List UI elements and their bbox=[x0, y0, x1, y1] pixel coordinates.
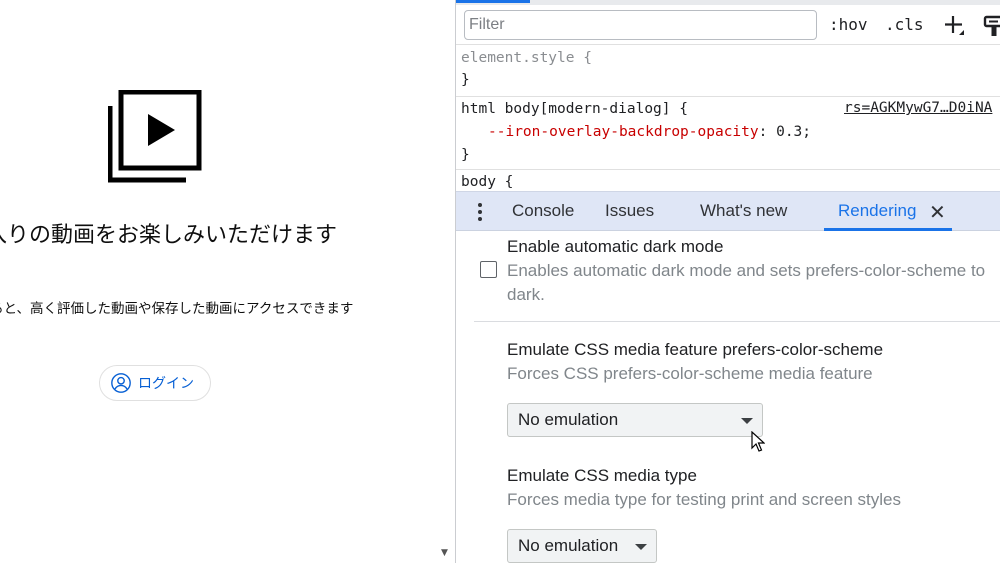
rendering-pane: Enable automatic dark mode Enables autom… bbox=[456, 231, 1000, 563]
rule-close-brace: } bbox=[461, 72, 470, 88]
media-type-description: Forces media type for testing print and … bbox=[507, 490, 902, 509]
media-type-selected-value: No emulation bbox=[518, 536, 619, 555]
login-button[interactable]: ログイン bbox=[99, 365, 211, 401]
tab-rendering[interactable]: Rendering bbox=[838, 201, 916, 221]
element-style-rule[interactable]: element.style { } bbox=[461, 47, 1000, 91]
rule-separator bbox=[456, 169, 1000, 170]
hov-toggle-button[interactable]: :hov bbox=[829, 15, 868, 34]
empty-state-title: に入りの動画をお楽しみいただけます bbox=[0, 223, 337, 248]
chevron-down-icon bbox=[635, 544, 647, 550]
rule-close-brace: } bbox=[461, 147, 470, 163]
more-options-icon[interactable] bbox=[476, 202, 484, 222]
plus-icon[interactable] bbox=[943, 14, 965, 36]
chevron-down-icon bbox=[741, 418, 753, 424]
scroll-down-arrow-icon[interactable]: ▼ bbox=[441, 548, 448, 558]
devtools-panel: :hov .cls element.style { } html body[mo… bbox=[456, 0, 1000, 563]
dark-mode-description: Enables automatic dark mode and sets pre… bbox=[507, 261, 986, 304]
color-scheme-title: Emulate CSS media feature prefers-color-… bbox=[507, 340, 884, 359]
body-rule[interactable]: body { bbox=[461, 171, 1000, 193]
tab-whats-new[interactable]: What's new bbox=[700, 201, 787, 221]
rule-selector: html body[modern-dialog] { bbox=[461, 101, 688, 117]
color-scheme-selected-value: No emulation bbox=[518, 410, 619, 429]
option-separator bbox=[474, 321, 1000, 322]
styles-filter-input[interactable] bbox=[464, 10, 817, 40]
rule-selector: element.style { bbox=[461, 50, 592, 66]
playlist-play-icon bbox=[108, 90, 202, 183]
rule-selector: body { bbox=[461, 174, 514, 190]
css-property-name[interactable]: --iron-overlay-backdrop-opacity bbox=[488, 124, 759, 140]
media-type-select[interactable]: No emulation bbox=[507, 529, 657, 563]
mouse-pointer-icon bbox=[751, 431, 765, 452]
media-type-title: Emulate CSS media type bbox=[507, 466, 697, 485]
paint-roller-icon[interactable] bbox=[983, 14, 1000, 38]
tab-console[interactable]: Console bbox=[512, 201, 574, 221]
css-property-value[interactable]: : 0.3; bbox=[759, 124, 811, 140]
close-icon[interactable]: ✕ bbox=[929, 200, 946, 224]
color-scheme-select[interactable]: No emulation bbox=[507, 403, 763, 437]
color-scheme-description: Forces CSS prefers-color-scheme media fe… bbox=[507, 364, 873, 383]
active-panel-indicator bbox=[456, 0, 530, 3]
cls-toggle-button[interactable]: .cls bbox=[885, 15, 924, 34]
account-circle-icon bbox=[111, 373, 131, 393]
stylesheet-source-link[interactable]: rs=AGKMywG7…D0iNA bbox=[844, 100, 992, 116]
drawer-tab-bar: Console Issues What's new Rendering ✕ bbox=[456, 191, 1000, 231]
dark-mode-checkbox[interactable] bbox=[480, 261, 497, 278]
dark-mode-title: Enable automatic dark mode bbox=[507, 237, 724, 256]
styles-toolbar: :hov .cls bbox=[456, 5, 1000, 45]
page-viewport: に入りの動画をお楽しみいただけます すると、高く評価した動画や保存した動画にアク… bbox=[0, 0, 455, 563]
empty-state-subtitle: すると、高く評価した動画や保存した動画にアクセスできます bbox=[0, 301, 354, 317]
rule-separator bbox=[456, 96, 1000, 97]
login-label: ログイン bbox=[138, 376, 194, 392]
tab-issues[interactable]: Issues bbox=[605, 201, 654, 221]
